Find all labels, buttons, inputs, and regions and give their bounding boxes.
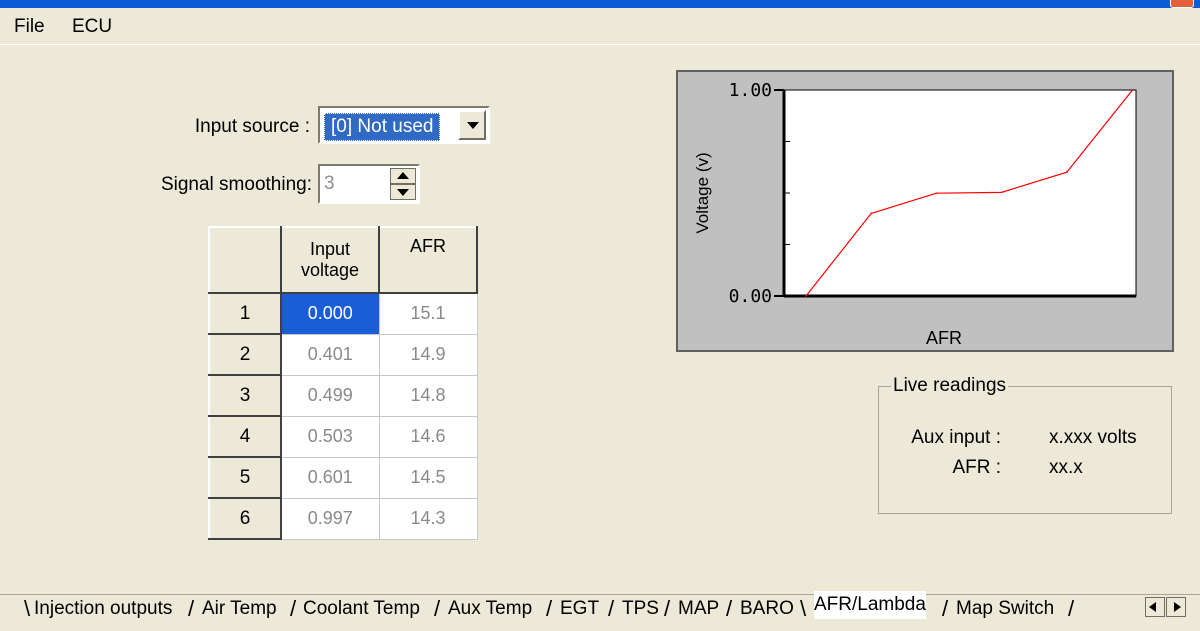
tab-separator: / [942,596,949,621]
row-header: 3 [208,374,282,417]
row-header: 1 [208,292,282,335]
table-row: 2 0.401 14.9 [208,333,478,376]
tab-separator: / [434,596,441,621]
voltage-cell[interactable]: 0.401 [280,333,380,376]
tab-aux-temp[interactable]: Aux Temp [448,595,532,623]
column-header-afr: AFR [378,226,478,294]
row-header: 5 [208,456,282,499]
tab-egt[interactable]: EGT [560,595,599,623]
tab-air-temp[interactable]: Air Temp [202,595,277,623]
close-button[interactable] [1170,0,1194,8]
live-readings-group: Live readings Aux input : x.xxx volts AF… [878,375,1172,514]
header-line-1: Input [309,239,351,259]
x-axis-label: AFR [926,328,962,348]
table-row: 4 0.503 14.6 [208,415,478,458]
tab-scroll-buttons [1145,597,1189,619]
aux-input-label: Aux input : [911,427,1001,448]
live-readings-title: Live readings [891,375,1009,397]
input-source-label: Input source : [194,116,310,137]
data-point [935,192,938,195]
voltage-cell[interactable]: 0.997 [280,497,380,540]
table-row: 3 0.499 14.8 [208,374,478,417]
tab-tps[interactable]: TPS [622,595,659,623]
table-row: 6 0.997 14.3 [208,497,478,540]
y-tick-label: 0.00 [729,286,772,307]
row-header: 2 [208,333,282,376]
menu-ecu[interactable]: ECU [72,16,112,38]
data-point [1066,171,1068,173]
y-axis-label: Voltage (v) [693,152,712,233]
tab-separator: / [664,596,671,621]
signal-smoothing-value: 3 [324,173,335,194]
tab-baro[interactable]: BARO [740,595,794,623]
tab-afr-lambda[interactable]: AFR/Lambda [814,591,926,619]
afr-cell[interactable]: 14.8 [378,374,478,417]
dropdown-button[interactable] [458,110,486,140]
afr-cell[interactable]: 14.6 [378,415,478,458]
tab-separator: / [188,596,195,621]
tab-map-switch[interactable]: Map Switch [956,595,1054,623]
stepper-up-button[interactable] [390,168,416,184]
afr-cell[interactable]: 14.9 [378,333,478,376]
voltage-afr-chart: 1.00 0.00 Voltage (v) AFR [676,70,1174,352]
arrow-left-icon [1149,602,1156,612]
arrow-right-icon [1174,602,1181,612]
tab-scroll-left-button[interactable] [1145,597,1165,617]
data-point [1000,191,1003,194]
tab-strip: \ Injection outputs / Air Temp / Coolant… [0,591,1200,631]
arrow-up-icon [397,172,409,179]
tab-separator: / [290,596,297,621]
menu-file[interactable]: File [14,16,45,38]
voltage-cell[interactable]: 0.601 [280,456,380,499]
menu-divider [0,44,1200,45]
aux-input-value: x.xxx volts [1049,427,1137,448]
tab-separator: / [726,596,733,621]
header-line-2: voltage [300,260,360,280]
table-row: 1 0.000 15.1 [208,292,478,335]
tab-separator: / [1068,596,1075,621]
afr-cell[interactable]: 15.1 [378,292,478,335]
input-source-select[interactable]: [0] Not used [318,106,490,144]
tab-separator: \ [24,596,31,621]
table-row: 5 0.601 14.5 [208,456,478,499]
data-point [870,212,872,215]
voltage-cell[interactable]: 0.499 [280,374,380,417]
stepper-buttons [390,168,416,200]
column-header-input-voltage: Input voltage [280,226,380,294]
tab-scroll-right-button[interactable] [1166,597,1186,617]
stepper-down-button[interactable] [390,184,416,200]
afr-calibration-table: Input voltage AFR 1 0.000 15.1 2 0.401 1… [208,226,478,540]
tab-map[interactable]: MAP [678,595,719,623]
menu-bar: File ECU [0,8,1200,45]
chart-canvas: 1.00 0.00 Voltage (v) AFR [693,80,1137,348]
chevron-down-icon [467,122,479,129]
tab-injection-outputs[interactable]: Injection outputs [34,595,172,623]
afr-cell[interactable]: 14.5 [378,456,478,499]
tab-coolant-temp[interactable]: Coolant Temp [303,595,420,623]
data-point [805,295,807,297]
voltage-cell[interactable]: 0.000 [280,292,380,335]
input-source-value: [0] Not used [324,113,441,141]
y-tick-label: 1.00 [729,80,772,101]
arrow-down-icon [397,189,409,196]
voltage-cell[interactable]: 0.503 [280,415,380,458]
title-bar [0,0,1200,8]
data-point [1131,89,1133,92]
row-header: 6 [208,497,282,540]
row-header: 4 [208,415,282,458]
tab-separator: / [546,596,553,621]
tab-separator: / [608,596,615,621]
afr-cell[interactable]: 14.3 [378,497,478,540]
tab-separator: \ [800,596,807,621]
afr-live-label: AFR : [952,457,1001,478]
signal-smoothing-label: Signal smoothing: [160,174,312,195]
signal-smoothing-stepper[interactable]: 3 [318,164,420,204]
afr-live-value: xx.x [1049,457,1083,478]
table-corner [208,226,282,294]
